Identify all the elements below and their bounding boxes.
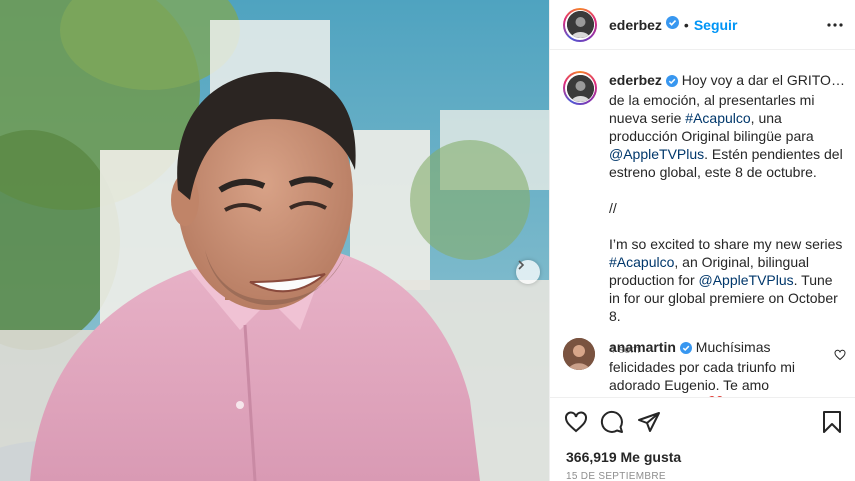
comments-section[interactable]: ederbez Hoy voy a dar el GRITO… de la em… xyxy=(550,51,855,397)
heart-icon xyxy=(565,411,587,433)
comment-item: anamartin Muchísimas felicidades por cad… xyxy=(563,338,848,397)
post-actions: 366,919 Me gusta 15 DE SEPTIEMBRE xyxy=(550,397,855,481)
like-button[interactable] xyxy=(564,410,588,439)
comment-avatar[interactable] xyxy=(563,338,595,370)
avatar[interactable] xyxy=(563,7,597,42)
hashtag-link[interactable]: #Acapulco xyxy=(609,254,674,270)
caption-avatar-border xyxy=(565,73,595,103)
post-caption: ederbez Hoy voy a dar el GRITO… de la em… xyxy=(563,71,848,359)
caption-avatar[interactable] xyxy=(563,71,597,105)
avatar-border xyxy=(565,9,595,40)
caption-text-4: I’m so excited to share my new series xyxy=(609,236,843,252)
bookmark-icon xyxy=(823,411,841,433)
verified-badge-icon xyxy=(679,340,692,358)
comment-like-button[interactable] xyxy=(834,348,846,366)
post-image[interactable] xyxy=(0,0,549,481)
save-button[interactable] xyxy=(820,410,844,439)
share-icon xyxy=(638,412,660,432)
caption-english: I’m so excited to share my new series #A… xyxy=(609,235,846,325)
comment-username[interactable]: anamartin xyxy=(609,339,676,355)
hashtag-link[interactable]: #Acapulco xyxy=(685,110,750,126)
post-side-panel: ederbez • Seguir ederbez Hoy voy a dar e… xyxy=(549,0,855,481)
follow-button[interactable]: Seguir xyxy=(694,17,738,33)
heart-icon xyxy=(834,349,846,361)
more-options-button[interactable] xyxy=(826,16,844,39)
caption-text: ederbez Hoy voy a dar el GRITO… de la em… xyxy=(609,71,846,359)
avatar-image xyxy=(566,11,594,38)
verified-badge-icon xyxy=(665,15,679,34)
comment-text: anamartin Muchísimas felicidades por cad… xyxy=(609,338,819,397)
carousel-next-button[interactable] xyxy=(516,260,540,284)
more-options-icon xyxy=(827,23,843,27)
share-button[interactable] xyxy=(637,410,661,439)
caption-avatar-image xyxy=(566,74,594,102)
header-username[interactable]: ederbez xyxy=(609,17,662,33)
user-avatar-icon xyxy=(566,11,594,38)
verified-badge-icon xyxy=(665,73,678,91)
comment-icon xyxy=(600,410,623,433)
caption-divider: // xyxy=(609,200,617,216)
mention-link[interactable]: @AppleTVPlus xyxy=(609,146,704,162)
post-date[interactable]: 15 DE SEPTIEMBRE xyxy=(566,471,666,481)
header-separator: • xyxy=(683,16,689,33)
comment-button[interactable] xyxy=(600,410,624,439)
user-avatar-icon xyxy=(563,338,595,370)
mention-link[interactable]: @AppleTVPlus xyxy=(699,272,794,288)
photo-of-man-smiling xyxy=(0,0,549,481)
post-header: ederbez • Seguir xyxy=(550,0,855,50)
chevron-right-icon xyxy=(518,260,525,270)
likes-count[interactable]: 366,919 Me gusta xyxy=(566,449,681,465)
caption-username[interactable]: ederbez xyxy=(609,72,662,88)
user-avatar-icon xyxy=(566,74,594,102)
